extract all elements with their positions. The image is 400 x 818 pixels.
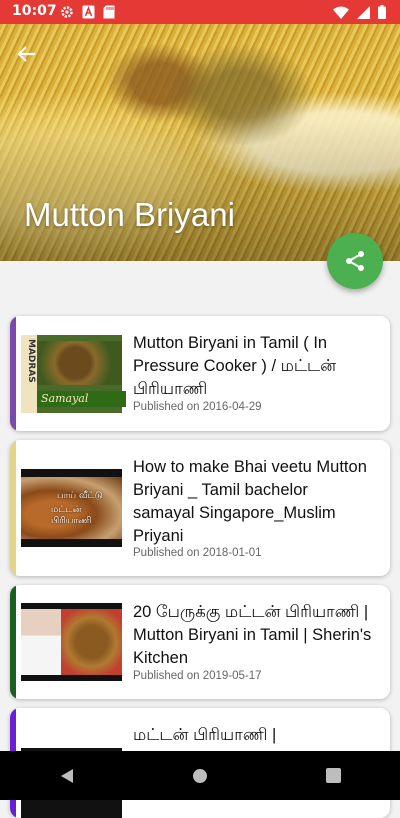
- video-card[interactable]: MADRAS Samayal Mutton Biryani in Tamil (…: [10, 316, 390, 431]
- thumb-caption-top: பாய் வீட்டு: [57, 491, 103, 501]
- video-title: மட்டன் பிரியாணி |: [133, 726, 277, 744]
- nav-recents-button[interactable]: [313, 756, 353, 796]
- status-system-icons: [333, 5, 386, 19]
- thumb-caption-bottom: Samayal: [37, 391, 126, 407]
- battery-icon: [378, 5, 386, 19]
- nav-home-button[interactable]: [180, 756, 220, 796]
- video-thumbnail: பாய் வீட்டு மட்டன் பிரியாணி: [21, 469, 122, 547]
- thumb-food-photo: [61, 609, 122, 675]
- video-title: How to make Bhai veetu Mutton Briyani _ …: [133, 458, 367, 545]
- video-thumbnail: [21, 603, 122, 681]
- wifi-icon: [333, 6, 349, 19]
- share-button[interactable]: [327, 233, 383, 289]
- share-icon: [346, 251, 364, 271]
- thumb-person-photo: [21, 609, 61, 675]
- app-notification-icon: [82, 5, 95, 19]
- back-button[interactable]: [12, 39, 42, 69]
- thumb-caption-top: MADRAS: [26, 339, 36, 383]
- cell-signal-icon: [357, 5, 370, 19]
- back-arrow-icon: [17, 46, 35, 62]
- status-time: 10:07: [12, 3, 57, 19]
- header-image: Mutton Briyani: [0, 24, 400, 261]
- video-published-date: Published on 2019-05-17: [133, 670, 262, 682]
- video-thumbnail: MADRAS Samayal: [21, 335, 126, 413]
- nav-back-button[interactable]: [47, 756, 87, 796]
- sd-card-icon: [103, 5, 115, 19]
- video-published-date: Published on 2016-04-29: [133, 401, 262, 413]
- video-title: Mutton Biryani in Tamil ( In Pressure Co…: [133, 334, 337, 398]
- video-title: 20 பேருக்கு மட்டன் பிரியாணி | Mutton Bir…: [133, 603, 372, 667]
- nav-back-icon: [60, 768, 73, 783]
- status-notification-icons: [60, 5, 115, 19]
- card-accent-bar: [10, 585, 16, 699]
- thumb-food-photo: [37, 341, 122, 385]
- status-bar: 10:07: [0, 0, 400, 24]
- video-card[interactable]: பாய் வீட்டு மட்டன் பிரியாணி How to make …: [10, 440, 390, 576]
- nav-home-icon: [192, 768, 207, 783]
- card-accent-bar: [10, 316, 16, 431]
- settings-icon: [61, 6, 73, 18]
- card-accent-bar: [10, 440, 16, 576]
- video-published-date: Published on 2018-01-01: [133, 547, 262, 559]
- nav-recents-icon: [325, 768, 341, 783]
- system-navigation-bar: [0, 751, 400, 800]
- page-title: Mutton Briyani: [24, 196, 235, 233]
- thumb-caption-bottom: மட்டன் பிரியாணி: [51, 505, 92, 526]
- video-card[interactable]: 20 பேருக்கு மட்டன் பிரியாணி | Mutton Bir…: [10, 585, 390, 699]
